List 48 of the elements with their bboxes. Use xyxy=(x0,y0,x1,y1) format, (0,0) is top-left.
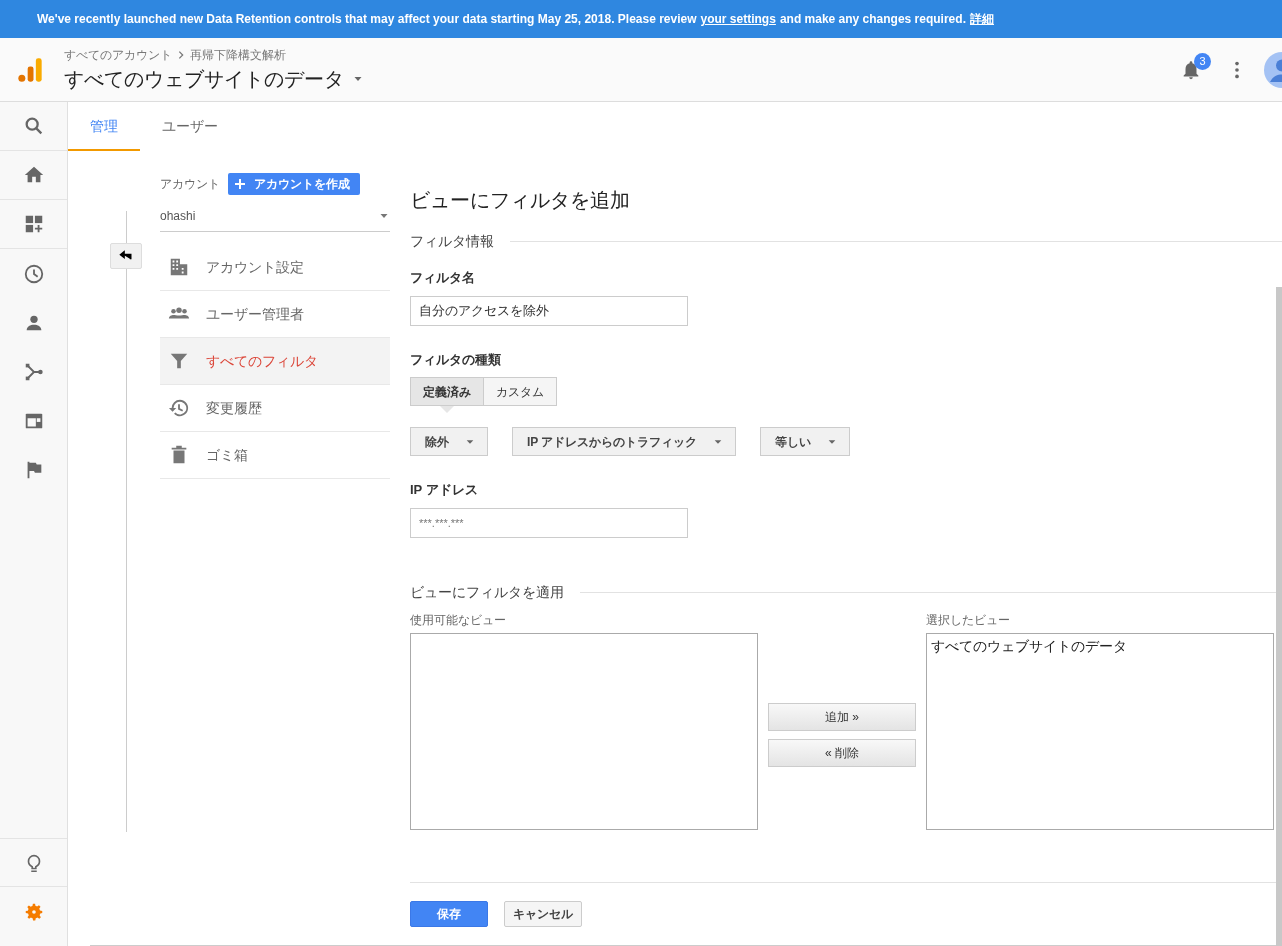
field-label: IP アドレス xyxy=(410,481,479,499)
dropdown-button[interactable]: 等しい xyxy=(760,427,851,456)
banner-text: and make any changes required. xyxy=(779,11,966,28)
view-title[interactable]: すべてのウェブサイトのデータ xyxy=(64,63,344,94)
notification-badge: 3 xyxy=(1194,52,1211,70)
selected-views-list[interactable]: すべてのウェブサイトのデータ xyxy=(926,632,1274,830)
breadcrumb-link[interactable]: 再帰下降構文解析 xyxy=(190,45,286,64)
field-label: フィルタ名 xyxy=(410,269,476,287)
plus-icon xyxy=(234,178,246,190)
ip-address-field[interactable]: ***.***.*** xyxy=(410,507,688,538)
details-link[interactable]: 詳細 xyxy=(969,10,994,28)
field-label: フィルタの種類 xyxy=(410,350,502,369)
scrollbar[interactable] xyxy=(1276,287,1282,946)
dropdown-button[interactable]: IP アドレスからのトラフィック xyxy=(512,427,737,456)
dropdown-button[interactable]: 除外 xyxy=(410,427,488,456)
chevron-icon xyxy=(176,49,186,60)
banner-text: We've recently launched new Data Retention controls that may affect your data starting May 25, 2018. Please review xyxy=(37,11,697,28)
section-heading: フィルタ情報 xyxy=(410,232,494,251)
account-menu-item[interactable]: ゴミ箱 xyxy=(160,432,390,479)
tab[interactable]: 管理 xyxy=(68,102,140,151)
account-menu-item[interactable]: 変更履歴 xyxy=(160,385,390,432)
back-button[interactable] xyxy=(110,243,142,269)
filter-name-field[interactable]: 自分のアクセスを除外 xyxy=(410,295,688,326)
account-label: アカウント xyxy=(160,176,220,193)
list-option[interactable]: すべてのウェブサイトのデータ xyxy=(927,633,1273,659)
cancel-button[interactable]: キャンセル xyxy=(504,900,582,927)
list-label: 使用可能なビュー xyxy=(410,611,507,629)
tab[interactable]: ユーザー xyxy=(140,102,240,151)
page-title: ビューにフィルタを追加 xyxy=(410,188,631,213)
selected-pointer-icon xyxy=(440,406,454,413)
settings-link[interactable]: your settings xyxy=(700,10,776,28)
filter-type-tab[interactable]: カスタム xyxy=(483,377,557,406)
clock-icon[interactable] xyxy=(22,262,45,285)
account-select[interactable]: ohashi xyxy=(160,203,390,232)
account-name: ohashi xyxy=(160,208,196,225)
section-heading: ビューにフィルタを適用 xyxy=(410,582,564,602)
history-icon xyxy=(168,397,190,419)
account-menu-item[interactable]: アカウント設定 xyxy=(160,244,390,291)
building-icon xyxy=(168,256,190,278)
breadcrumb-link[interactable]: すべてのアカウント xyxy=(64,45,172,64)
save-button[interactable]: 保存 xyxy=(410,900,488,927)
list-label: 選択したビュー xyxy=(926,611,1011,629)
create-account-button[interactable]: アカウントを作成 xyxy=(228,173,360,195)
filter-type-tab[interactable]: 定義済み xyxy=(410,377,484,406)
logo-icon xyxy=(16,55,44,84)
remove-button[interactable]: « 削除 xyxy=(768,739,916,767)
account-menu-item[interactable]: すべてのフィルタ xyxy=(160,338,390,385)
add-button[interactable]: 追加 » xyxy=(768,703,916,731)
